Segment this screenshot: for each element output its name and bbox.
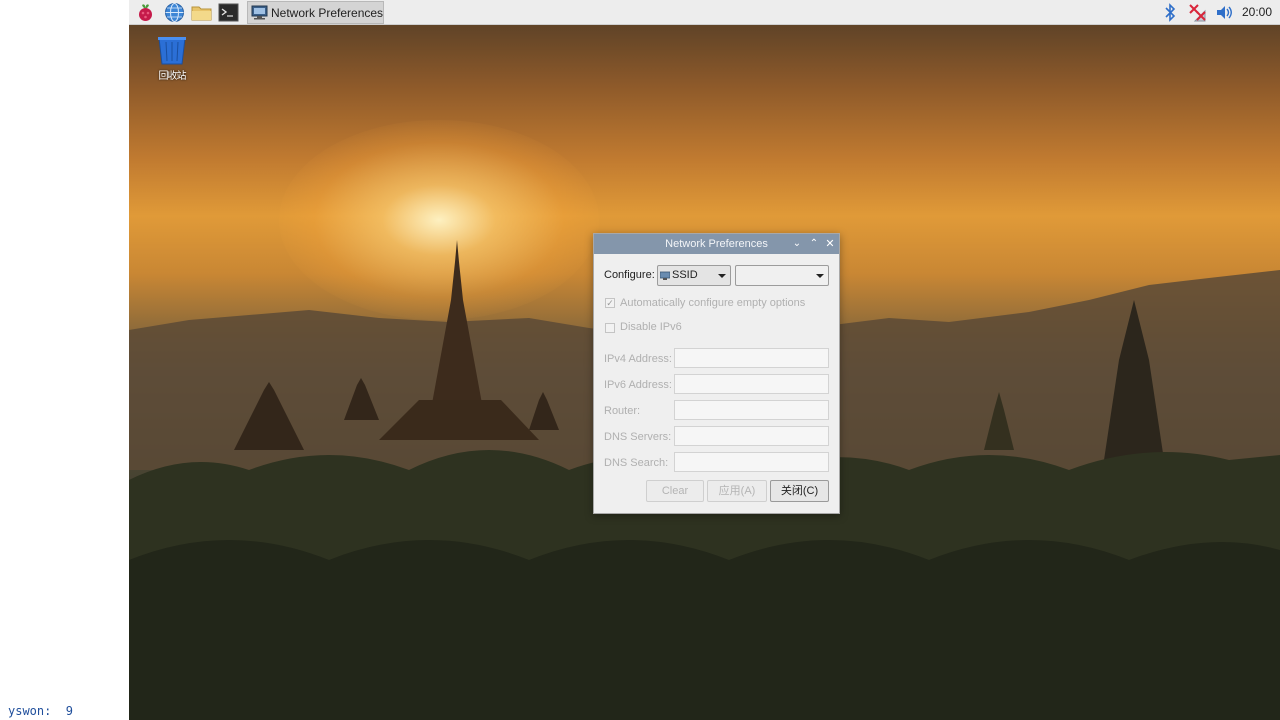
chevron-down-icon — [718, 274, 726, 278]
globe-browser-icon[interactable] — [164, 2, 185, 23]
dns-search-field[interactable] — [674, 452, 829, 472]
maximize-icon[interactable]: ⌃ — [807, 237, 821, 251]
network-preferences-dialog: Network Preferences ⌄ ⌃ ✕ Configure: SSI… — [593, 233, 840, 514]
trash-label: 回收站 — [158, 71, 187, 82]
router-label: Router: — [604, 405, 641, 417]
configure-type-select[interactable]: SSID — [657, 265, 731, 286]
auto-configure-label: Automatically configure empty options — [620, 297, 806, 309]
ipv4-address-label: IPv4 Address: — [604, 353, 672, 365]
terminal-icon[interactable] — [218, 2, 239, 23]
clear-button[interactable]: Clear — [646, 480, 704, 502]
router-field[interactable] — [674, 400, 829, 420]
raspberry-menu-icon[interactable] — [135, 2, 156, 23]
dns-search-label: DNS Search: — [604, 457, 669, 469]
configure-label: Configure: — [604, 269, 655, 281]
network-window-icon — [251, 4, 268, 21]
ipv4-address-field[interactable] — [674, 348, 829, 368]
disable-ipv6-checkbox[interactable] — [605, 323, 615, 333]
configure-value-select[interactable] — [735, 265, 829, 286]
close-icon[interactable]: ✕ — [823, 237, 837, 251]
corner-label: yswon: 9 — [8, 704, 74, 718]
bluetooth-icon[interactable] — [1162, 2, 1178, 23]
dns-servers-field[interactable] — [674, 426, 829, 446]
ipv6-address-field[interactable] — [674, 374, 829, 394]
left-margin — [0, 0, 129, 720]
clock[interactable]: 20:00 — [1242, 5, 1272, 19]
folder-icon[interactable] — [191, 2, 212, 23]
taskbar-window-label: Network Preferences — [271, 6, 384, 20]
ipv6-address-label: IPv6 Address: — [604, 379, 672, 391]
auto-configure-checkbox[interactable]: ✓ — [605, 298, 615, 308]
volume-icon[interactable] — [1214, 2, 1235, 23]
apply-button[interactable]: 应用(A) — [707, 480, 767, 502]
chevron-down-icon — [816, 274, 824, 278]
network-small-icon — [659, 269, 671, 281]
configure-type-value: SSID — [672, 269, 698, 281]
dialog-titlebar[interactable]: Network Preferences ⌄ ⌃ ✕ — [594, 234, 839, 254]
network-disconnected-icon[interactable] — [1187, 2, 1208, 23]
taskbar: Network Preferences 20:00 — [129, 0, 1280, 25]
disable-ipv6-label: Disable IPv6 — [620, 321, 682, 333]
close-button[interactable]: 关闭(C) — [770, 480, 829, 502]
minimize-icon[interactable]: ⌄ — [790, 237, 804, 251]
dns-servers-label: DNS Servers: — [604, 431, 672, 443]
taskbar-window-network-preferences[interactable]: Network Preferences — [247, 1, 384, 24]
